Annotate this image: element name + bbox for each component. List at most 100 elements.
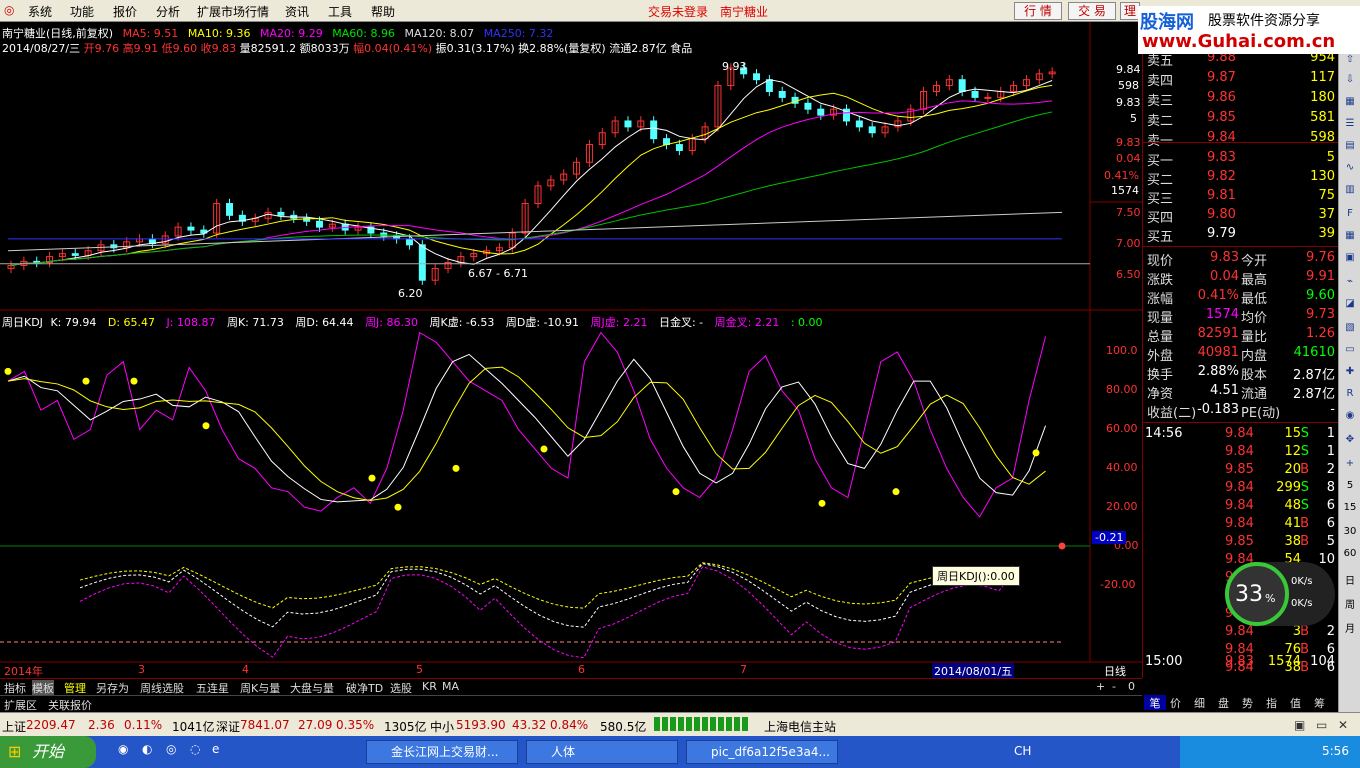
tab-weekly-select[interactable]: 周线选股 [140,680,184,696]
signal-icon[interactable]: ⌁ [1342,276,1358,290]
sell-level-label: 卖三 [1147,94,1174,109]
period-day-icon[interactable]: 日 [1342,572,1358,587]
task-image[interactable]: pic_df6a12f5e3a4... [686,740,838,764]
kdj-cross-dot [4,367,12,375]
menu-quote[interactable]: 报价 [113,3,137,20]
menu-ext-market[interactable]: 扩展市场行情 [197,3,269,20]
ie-icon[interactable]: e [212,742,219,756]
zoom-out-button[interactable]: - [1112,680,1116,693]
rtab-tick[interactable]: 笔 [1144,695,1166,710]
media-icon[interactable]: ◌ [190,742,200,756]
down-arrow-icon[interactable]: ⇩ [1342,74,1358,88]
login-status[interactable]: 交易未登录 [648,3,708,20]
tab-manage[interactable]: 管理 [64,680,86,696]
tick-price: 9.84 [1225,480,1254,495]
chart-area[interactable]: 南宁糖业(日线,前复权) MA5: 9.51 MA10: 9.36 MA20: … [0,22,1142,679]
filter-icon[interactable]: ▧ [1342,322,1358,336]
clock[interactable]: 5:56 [1322,744,1349,758]
menu-help[interactable]: 帮助 [371,3,395,20]
trade-button[interactable]: 交 易 [1068,2,1116,20]
move-icon[interactable]: ✥ [1342,434,1358,448]
buy-row: 买四 9.80 37 [1143,207,1339,226]
chart-icon[interactable]: ▤ [1342,140,1358,154]
task-folder[interactable]: 人体 [526,740,678,764]
rtab-chips[interactable]: 筹 [1314,695,1325,711]
tab-weekly-k-vol[interactable]: 周K与量 [240,680,280,696]
server-name[interactable]: 上海电信主站 [764,718,836,735]
buy-volume: 39 [1318,226,1335,241]
tick-price: 9.83 [1225,654,1254,669]
menu-analysis[interactable]: 分析 [156,3,180,20]
tick-volume: 38 [1284,534,1301,549]
tab-ma[interactable]: MA [442,680,459,693]
info-icon[interactable]: ▣ [1342,252,1358,266]
period-15-icon[interactable]: 15 [1342,502,1358,516]
lock-icon[interactable]: ▣ [1294,718,1305,732]
finance-button[interactable]: 理 [1120,2,1140,20]
quote-button[interactable]: 行 情 [1014,2,1062,20]
period-week-icon[interactable]: 周 [1342,596,1358,611]
list-icon[interactable]: ☰ [1342,118,1358,132]
compass-icon[interactable]: ✚ [1342,366,1358,380]
globe-icon[interactable]: ◉ [1342,410,1358,424]
browser-icon[interactable]: ◐ [142,742,152,756]
net-speed-widget[interactable]: 33 % 0K/s 0K/s [1225,562,1335,626]
tab-break-td[interactable]: 破净TD [346,680,383,696]
zoom-in-button[interactable]: + [1096,680,1105,693]
monitor-icon[interactable]: ▭ [1316,718,1327,732]
rtab-index[interactable]: 指 [1266,695,1277,711]
language-indicator[interactable]: CH [1014,744,1031,758]
quote-row: 换手 2.88% 股本 2.87亿 [1143,364,1339,383]
zoom-in-icon[interactable]: + [1342,458,1358,472]
tick-row: 9.84 299 S 8 [1143,480,1339,498]
tab-save-as[interactable]: 另存为 [96,680,129,696]
menu-tools[interactable]: 工具 [328,3,352,20]
table-icon[interactable]: ▦ [1342,230,1358,244]
quote-label: 今开 [1241,254,1268,269]
quote-value: 0.04 [1210,269,1239,284]
menu-function[interactable]: 功能 [70,3,94,20]
menu-news[interactable]: 资讯 [285,3,309,20]
quote-row: 涨幅 0.41% 最低 9.60 [1143,288,1339,307]
period-5-icon[interactable]: 5 [1342,480,1358,494]
alert-icon[interactable]: ◪ [1342,298,1358,312]
line-chart-icon[interactable]: ∿ [1342,162,1358,176]
tab-stock-select[interactable]: 选股 [390,680,412,696]
kdj-cross-dot [818,499,826,507]
app-icon[interactable]: ◎ [166,742,176,756]
tab-indicator[interactable]: 指标 [4,680,26,696]
buy-level-label: 买二 [1147,173,1174,188]
tab-extension[interactable]: 扩展区 [4,697,37,713]
rtab-price[interactable]: 价 [1170,695,1181,711]
rtab-trend[interactable]: 势 [1242,695,1253,711]
quote-label: 量比 [1241,330,1268,345]
tab-related-quote[interactable]: 关联报价 [48,697,92,713]
f10-icon[interactable]: F [1342,208,1358,222]
task-trading-app[interactable]: 金长江网上交易财... [366,740,518,764]
grid-icon[interactable]: ▦ [1342,96,1358,110]
tick-volume: 15 [1284,426,1301,441]
period-month-icon[interactable]: 月 [1342,620,1358,635]
kdj-current-value: -0.21 [1092,531,1127,544]
rsi-icon[interactable]: R [1342,388,1358,402]
rtab-book[interactable]: 盘 [1218,695,1229,711]
rtab-detail[interactable]: 细 [1194,695,1205,711]
quote-value: 41610 [1293,345,1335,360]
period-60-icon[interactable]: 60 [1342,548,1358,562]
sh-percent: 0.11% [124,718,163,732]
tab-market-vol[interactable]: 大盘与量 [290,680,334,696]
tab-kr[interactable]: KR [422,680,437,693]
doc-icon[interactable]: ▭ [1342,344,1358,358]
reset-button[interactable]: 0 [1128,680,1135,693]
close-icon[interactable]: ✕ [1338,718,1348,732]
menu-system[interactable]: 系统 [28,3,52,20]
rtab-value[interactable]: 值 [1290,695,1301,711]
up-arrow-icon[interactable]: ⇧ [1342,54,1358,68]
quicklaunch-icon[interactable]: ◉ [118,742,128,756]
candle-body [958,79,966,92]
kdj-cross-dot [540,445,548,453]
period-30-icon[interactable]: 30 [1342,526,1358,540]
tab-five-star[interactable]: 五连星 [196,680,229,696]
tab-template[interactable]: 模板 [32,680,54,696]
kline-icon[interactable]: ▥ [1342,184,1358,198]
